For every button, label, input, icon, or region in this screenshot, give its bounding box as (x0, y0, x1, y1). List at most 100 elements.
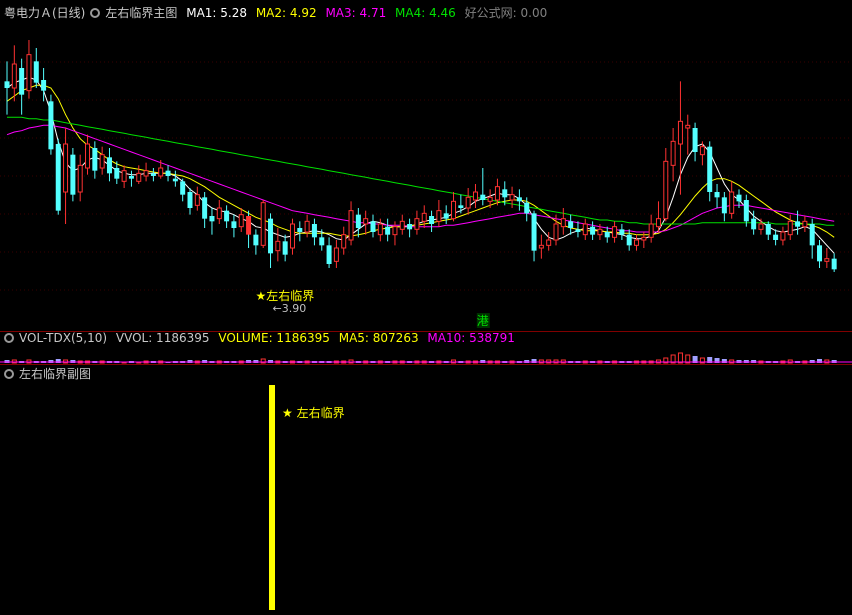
candle-body (436, 210, 442, 222)
candle-body (502, 189, 508, 198)
candle-body (297, 228, 303, 232)
candle (180, 178, 186, 202)
candle-body (699, 146, 705, 156)
candle-body (831, 258, 837, 270)
candle-body (451, 200, 457, 220)
candle (648, 214, 654, 243)
candle-body (546, 239, 552, 246)
candle-body (92, 148, 98, 171)
candle-body (399, 220, 405, 230)
candle (209, 208, 215, 235)
candle (385, 218, 391, 242)
candle-body (663, 160, 669, 220)
candle-body (604, 232, 610, 238)
candle-body (407, 224, 413, 230)
candle-body (77, 164, 83, 193)
sub-signal-label: ★ 左右临界 (282, 405, 345, 420)
candle (399, 214, 405, 235)
sub-signal-bar (269, 385, 275, 610)
candle (19, 58, 25, 115)
candle-body (619, 229, 625, 235)
candle (326, 237, 332, 268)
candle-body (99, 154, 105, 169)
candle (106, 148, 112, 182)
candle-body (304, 220, 310, 233)
candle-body (494, 186, 500, 201)
candle (787, 214, 793, 240)
candle-body (48, 101, 54, 150)
sub-chart: ★ 左右临界 (269, 385, 345, 610)
low-price-label: ←3.90 (273, 302, 307, 315)
candle-body (765, 224, 771, 235)
candle-body (253, 234, 259, 246)
candle (560, 208, 566, 235)
candle (531, 210, 537, 262)
candle-body (458, 205, 464, 208)
candle (575, 221, 581, 238)
candle (260, 200, 266, 248)
candle (33, 48, 39, 88)
candle-body (714, 192, 720, 198)
candle (824, 248, 830, 268)
candle-body (348, 210, 354, 241)
candle-body (590, 226, 596, 235)
candle (70, 148, 76, 202)
candle-body (319, 237, 325, 246)
candle-body (516, 197, 522, 202)
candle (663, 148, 669, 222)
candle (743, 194, 749, 227)
candle-body (670, 140, 676, 166)
candle-body (165, 170, 171, 176)
candle (773, 229, 779, 246)
candle (4, 61, 10, 115)
candle-body (465, 196, 471, 209)
candle (590, 221, 596, 240)
candle-body (63, 143, 69, 193)
candle (802, 216, 808, 232)
candle-body (641, 236, 647, 241)
candle-body (531, 213, 537, 251)
candles (4, 40, 837, 272)
candle-body (721, 197, 727, 214)
candle (429, 210, 435, 232)
candle (143, 162, 149, 182)
candle (414, 210, 420, 235)
candle (780, 226, 786, 246)
candle (253, 229, 259, 255)
candle (370, 214, 376, 238)
candle-body (194, 194, 200, 206)
candle (758, 218, 764, 235)
candle (831, 253, 837, 272)
candle (268, 213, 274, 268)
candle (714, 184, 720, 208)
candle (670, 128, 676, 182)
candle (92, 141, 98, 179)
candle-body (41, 80, 47, 91)
candle-body (817, 245, 823, 262)
candle (707, 141, 713, 202)
candle-body (224, 210, 230, 222)
candle-body (780, 231, 786, 241)
candle (355, 208, 361, 238)
candle (685, 114, 691, 155)
candle (443, 205, 449, 224)
candle (817, 240, 823, 268)
candle-body (538, 244, 544, 249)
candle-body (626, 234, 632, 246)
kline-chart[interactable]: ★左右临界←3.90 港 ★ 左右临界 (0, 0, 852, 615)
candle (231, 214, 237, 238)
candle-body (802, 220, 808, 228)
candle-body (414, 218, 420, 230)
signal-label: ★左右临界 (256, 288, 315, 303)
candle-body (260, 202, 266, 246)
candle-body (634, 239, 640, 246)
candle (634, 234, 640, 251)
candle-body (685, 124, 691, 129)
candle (48, 94, 54, 155)
candle-body (158, 167, 164, 177)
candle (194, 186, 200, 211)
candle-body (268, 218, 274, 254)
candle (509, 186, 515, 208)
candle-body (429, 216, 435, 224)
candle (604, 226, 610, 243)
